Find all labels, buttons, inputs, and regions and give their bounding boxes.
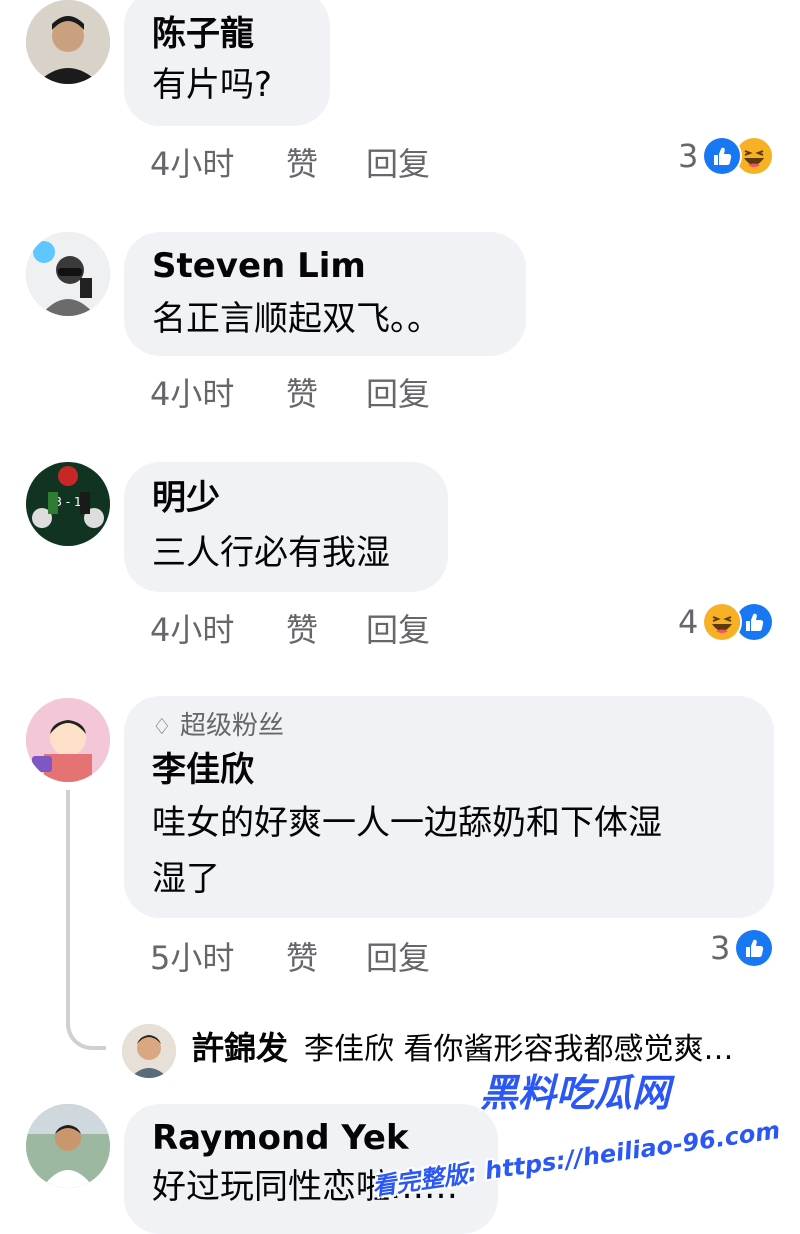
comment-bubble: 陈子龍 有片吗? [124,0,330,126]
comment-text: 有片吗? [152,65,273,105]
avatar[interactable]: 3 - 1 [26,462,110,546]
top-fan-label: 超级粉丝 [180,711,285,741]
avatar[interactable] [122,1024,176,1078]
timestamp: 5小时 [150,939,235,977]
reply-button[interactable]: 回复 [366,938,430,978]
comment-meta: 4小时 赞 回复 [150,374,470,414]
reply-button[interactable]: 回复 [366,374,430,414]
like-icon [734,928,775,968]
watermark-title: 黑料吃瓜网 [479,1071,670,1115]
reaction-count: 3 [678,137,699,175]
like-button[interactable]: 赞 [286,374,318,414]
avatar[interactable] [26,698,110,782]
avatar[interactable] [26,232,110,316]
commenter-name[interactable]: 李佳欣 [152,750,254,790]
reply-button[interactable]: 回复 [366,144,430,184]
like-button[interactable]: 赞 [286,144,318,184]
commenter-name[interactable]: 陈子龍 [152,14,254,54]
timestamp: 4小时 [150,145,235,183]
avatar[interactable] [26,1104,110,1188]
haha-icon [702,602,743,642]
comment-bubble: 明少 三人行必有我湿 [124,462,448,592]
comment-text: 名正言顺起双飞。。 [152,299,441,339]
timestamp: 4小时 [150,375,235,413]
reply-button[interactable]: 回复 [366,610,430,650]
like-button[interactable]: 赞 [286,938,318,978]
reaction-summary[interactable]: 3 [710,928,775,968]
reaction-summary[interactable]: 4 [678,602,775,642]
commenter-name[interactable]: Steven Lim [152,246,366,286]
like-button[interactable]: 赞 [286,610,318,650]
top-fan-badge: ♢ 超级粉丝 [152,710,284,744]
reaction-count: 3 [710,929,731,967]
commenter-name[interactable]: 明少 [152,478,220,518]
comment-text: 三人行必有我湿 [152,533,390,573]
comment-bubble: Steven Lim 名正言顺起双飞。。 [124,232,526,356]
watermark: 黑料吃瓜网 看完整版: https://heiliao-96.com [371,1062,782,1201]
like-icon [702,136,743,176]
comment-meta: 4小时 赞 回复 [150,144,470,184]
reply-author[interactable]: 許錦发 [192,1028,288,1068]
diamond-icon: ♢ [152,715,172,740]
timestamp: 4小时 [150,611,235,649]
reaction-count: 4 [678,603,699,641]
comment-meta: 5小时 赞 回复 [150,938,470,978]
commenter-name[interactable]: Raymond Yek [152,1118,409,1158]
comment-meta: 4小时 赞 回复 [150,610,470,650]
comment-text: 湿了 [152,859,220,899]
watermark-url: 看完整版: https://heiliao-96.com [370,1116,783,1202]
reaction-summary[interactable]: 3 [678,136,775,176]
avatar[interactable] [26,0,110,84]
svg-text:3 - 1: 3 - 1 [54,495,81,509]
thread-connector [66,790,106,1050]
comment-bubble: ♢ 超级粉丝 李佳欣 哇女的好爽一人一边舔奶和下体湿 湿了 [124,696,774,918]
comment-text: 哇女的好爽一人一边舔奶和下体湿 [152,803,662,843]
